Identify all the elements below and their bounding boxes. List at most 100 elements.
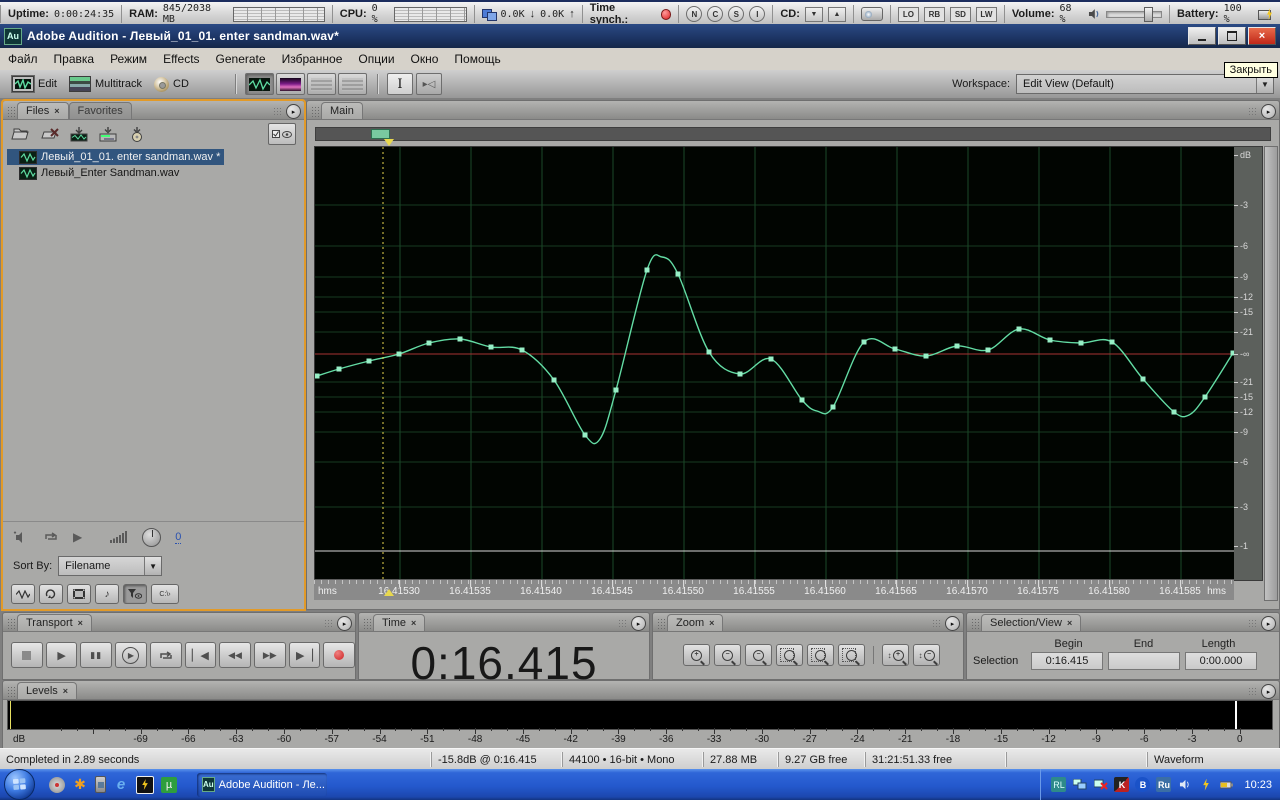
wave-scrollbar-thumb[interactable] [371,129,390,139]
panel-grip[interactable] [7,618,15,629]
open-file-icon[interactable] [11,126,31,142]
tag-sd[interactable]: SD [950,7,971,22]
zoom-out-vertical-button[interactable]: ↕− [913,644,940,666]
quick-launch-clock-icon[interactable] [49,777,65,793]
panel-grip[interactable] [971,618,979,629]
sort-dropdown-arrow-icon[interactable]: ▼ [144,557,161,575]
sort-by-select[interactable]: Filename ▼ [58,556,162,576]
time-selection-tool-button[interactable]: I [387,73,413,95]
start-button[interactable] [4,769,35,800]
menu-favorites[interactable]: Избранное [274,50,351,68]
import-file-icon[interactable] [69,126,89,142]
filter-options-button[interactable] [123,584,147,604]
pause-button[interactable]: ▮▮ [80,642,112,668]
maximize-button[interactable] [1218,27,1246,45]
tab-levels-close-icon[interactable]: × [63,686,68,696]
spectral-view-button[interactable] [276,73,305,95]
multitrack-mode-button[interactable]: Multitrack [63,74,148,94]
quick-launch-utorrent-icon[interactable]: µ [161,777,177,793]
stop-button[interactable] [11,642,43,668]
insert-into-multitrack-icon[interactable] [98,126,118,142]
tab-main[interactable]: Main [321,102,363,119]
zoom-in-vertical-button[interactable]: ↕+ [882,644,909,666]
fast-forward-button[interactable]: ▶▶ [254,642,286,668]
preview-play-icon[interactable]: ▶ [73,530,82,544]
volume-bars-icon[interactable] [110,531,128,543]
tray-network-icon[interactable] [1072,777,1087,792]
zoom-to-selection-button[interactable] [776,644,803,666]
volume-slider[interactable] [1106,11,1162,18]
play-from-cursor-button[interactable]: ▶ [115,642,147,668]
spectral-pan-view-button[interactable] [307,73,336,95]
tag-lo[interactable]: LO [898,7,919,22]
play-button[interactable]: ▶ [46,642,78,668]
zoom-menu-button[interactable]: ▸ [945,616,960,631]
edit-mode-button[interactable]: Edit [6,74,63,94]
panel-grip[interactable] [657,618,665,629]
tray-bluetooth-icon[interactable]: B [1135,777,1150,792]
menu-edit[interactable]: Правка [46,50,103,68]
play-looped-button[interactable] [150,642,182,668]
zoom-in-right-edge-button[interactable] [838,644,865,666]
autoplay-speaker-icon[interactable] [13,531,29,544]
spectral-phase-view-button[interactable] [338,73,367,95]
tag-rb[interactable]: RB [924,7,945,22]
quick-launch-phone-icon[interactable] [95,776,106,793]
zoom-in-horizontal-button[interactable]: + [683,644,710,666]
letter-button-c[interactable]: C [707,6,723,22]
record-button[interactable] [323,642,355,668]
files-panel-menu-button[interactable]: ▸ [286,104,301,119]
wave-scrollbar[interactable] [315,127,1271,141]
scrub-tool-button[interactable]: ▸◁ [416,73,442,95]
quick-launch-winamp-icon[interactable] [136,776,154,794]
levels-menu-button[interactable]: ▸ [1261,684,1276,699]
show-midi-files-button[interactable]: ♪ [95,584,119,604]
waveform-view-button[interactable] [245,73,274,95]
playhead-top-marker[interactable] [384,139,394,146]
tab-transport[interactable]: Transport × [17,614,92,631]
tab-zoom-close-icon[interactable]: × [709,618,714,628]
menu-window[interactable]: Окно [403,50,447,68]
title-bar[interactable]: Au Adobe Audition - Левый_01_01. enter s… [0,24,1280,48]
tray-antivirus-icon[interactable]: K [1114,777,1129,792]
panel-options-toggle[interactable] [268,123,296,145]
tab-time-close-icon[interactable]: × [411,618,416,628]
time-menu-button[interactable]: ▸ [631,616,646,631]
file-row-selected[interactable]: Левый_01_01. enter sandman.wav * [7,149,224,165]
tray-battery-icon[interactable] [1219,777,1234,792]
tray-volume-icon[interactable] [1177,777,1192,792]
panel-grip[interactable] [7,106,15,117]
menu-options[interactable]: Опции [350,50,402,68]
transport-menu-button[interactable]: ▸ [337,616,352,631]
time-ruler[interactable]: hms16.4153016.4153516.4154016.4154516.41… [314,579,1234,600]
show-audio-files-button[interactable] [11,584,35,604]
tray-power-icon[interactable] [1198,777,1213,792]
menu-file[interactable]: Файл [0,50,46,68]
go-to-end-button[interactable]: ▶▕ [289,642,321,668]
file-row[interactable]: Левый_Enter Sandman.wav [7,165,300,181]
preview-volume-value[interactable]: 0 [175,531,181,544]
zoom-out-horizontal-button[interactable]: − [714,644,741,666]
show-loop-files-button[interactable] [39,584,63,604]
quick-launch-ie-icon[interactable]: e [113,777,129,793]
waveform-display[interactable] [314,146,1236,581]
tab-time[interactable]: Time × [373,614,425,631]
show-full-path-button[interactable]: C:\› [151,584,179,604]
panel-grip[interactable] [7,686,15,697]
letter-button-n[interactable]: N [686,6,702,22]
tab-files[interactable]: Files × [17,102,69,119]
tray-network-error-icon[interactable] [1093,777,1108,792]
menu-help[interactable]: Помощь [446,50,508,68]
close-file-icon[interactable] [40,126,60,142]
zoom-out-full-button[interactable]: − [745,644,772,666]
cd-mode-button[interactable]: CD [148,75,195,94]
letter-button-i[interactable]: I [749,6,765,22]
close-button[interactable]: × [1248,27,1276,45]
loop-playback-icon[interactable] [43,531,59,543]
selection-begin-field[interactable]: 0:16.415 [1031,652,1103,670]
tab-favorites[interactable]: Favorites [69,102,132,119]
vertical-scrollbar[interactable] [1264,146,1278,601]
panel-grip[interactable] [363,618,371,629]
selection-end-field[interactable] [1108,652,1180,670]
tab-levels[interactable]: Levels × [17,682,77,699]
